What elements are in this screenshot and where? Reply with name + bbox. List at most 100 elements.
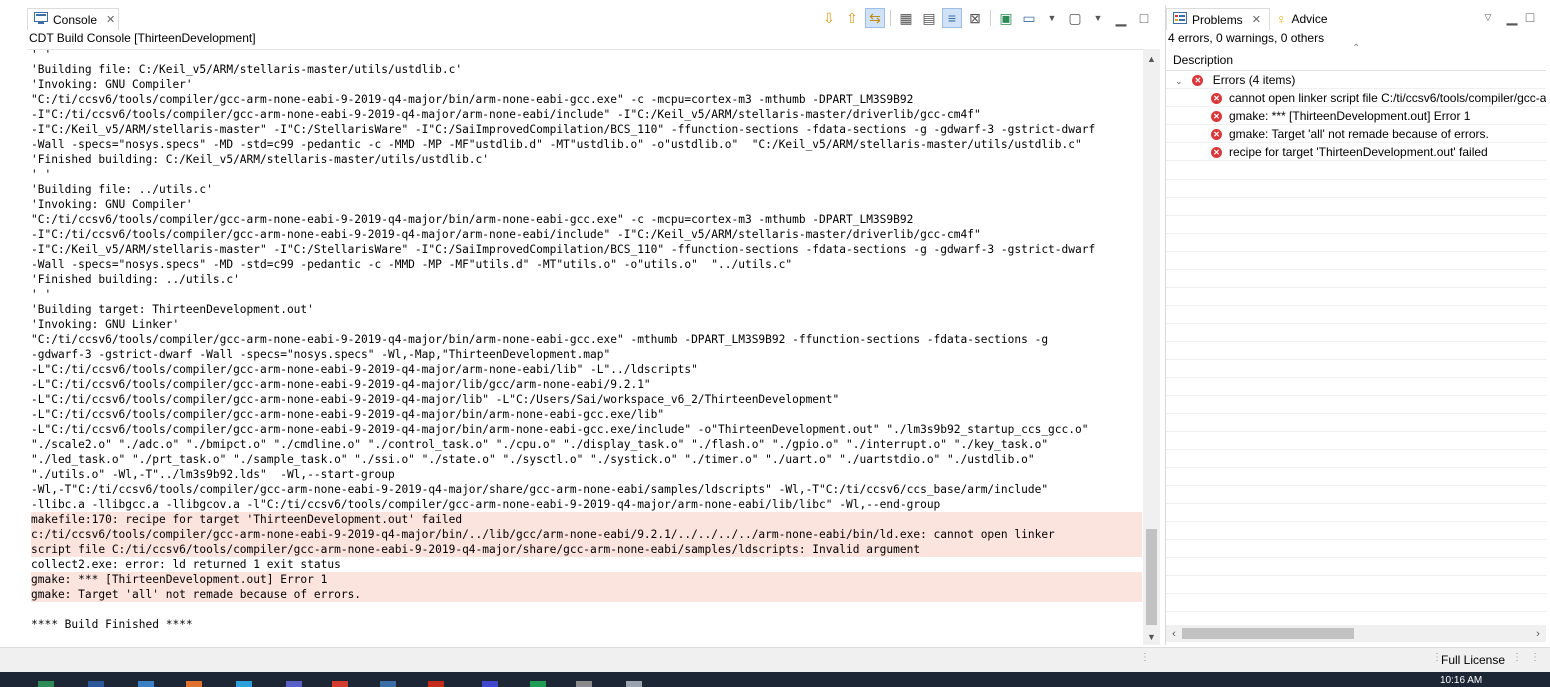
scroll-up-icon[interactable]: ▲ — [1143, 51, 1160, 67]
console-output[interactable]: ' ' 'Building file: C:/Keil_v5/ARM/stella… — [27, 49, 1143, 646]
console-line: -L"C:/ti/ccsv6/tools/compiler/gcc-arm-no… — [31, 363, 698, 376]
empty-row — [1166, 593, 1546, 612]
empty-row — [1166, 431, 1546, 450]
toolbar-separator — [890, 10, 891, 26]
console-icon — [34, 12, 48, 27]
pin-console-icon[interactable]: ▣ — [996, 8, 1016, 28]
error-group-row[interactable]: ⌄ ✕ Errors (4 items) — [1166, 71, 1546, 89]
close-icon[interactable]: ✕ — [106, 13, 115, 26]
display-console-icon[interactable]: ▭ — [1019, 8, 1039, 28]
console-line: 'Building file: ../utils.c' — [31, 183, 213, 196]
scroll-thumb[interactable] — [1182, 628, 1354, 639]
license-status[interactable]: Full License — [1441, 653, 1505, 667]
console-line: -llibc.a -llibgcc.a -llibgcov.a -l"C:/ti… — [31, 498, 941, 511]
ccs-taskbar-icon[interactable] — [576, 681, 592, 687]
problems-horizontal-scrollbar[interactable]: ‹ › — [1166, 625, 1546, 642]
problem-item[interactable]: ✕ recipe for target 'ThirteenDevelopment.… — [1166, 143, 1546, 161]
scroll-thumb[interactable] — [1146, 529, 1157, 625]
problem-description: cannot open linker script file C:/ti/ccs… — [1229, 91, 1546, 105]
chevron-down-icon[interactable]: ▼ — [1042, 8, 1062, 28]
console-view: Console ✕ ⇩ ⇧ ⇆ ▦ ▤ ≡ ⊠ ▣ ▭ ▼ ▢ ▼ ▁ □ CD… — [27, 5, 1160, 646]
problem-description: gmake: *** [ThirteenDevelopment.out] Err… — [1229, 109, 1471, 123]
scroll-lock-icon[interactable]: ▤ — [919, 8, 939, 28]
app-taskbar-icon[interactable] — [380, 681, 396, 687]
console-line: -I"C:/ti/ccsv6/tools/compiler/gcc-arm-no… — [31, 108, 981, 121]
taskbar-clock[interactable]: 10:16 AM — [1440, 675, 1482, 686]
arrow-up-icon[interactable]: ⇧ — [842, 8, 862, 28]
app-taskbar-icon[interactable] — [428, 681, 444, 687]
advice-tab-label: Advice — [1291, 12, 1328, 26]
sort-caret-icon: ⌃ — [1352, 43, 1361, 54]
console-error-line: gmake: *** [ThirteenDevelopment.out] Err… — [31, 572, 1142, 587]
console-line: -Wl,-T"C:/ti/ccsv6/tools/compiler/gcc-ar… — [31, 483, 1049, 496]
console-line: "C:/ti/ccsv6/tools/compiler/gcc-arm-none… — [31, 333, 1049, 346]
app-taskbar-icon[interactable] — [530, 681, 546, 687]
console-line: -I"C:/Keil_v5/ARM/stellaris-master" -I"C… — [31, 123, 1096, 136]
description-column-label: Description — [1173, 52, 1234, 67]
windows-taskbar: 10:16 AM — [0, 672, 1550, 687]
open-console-icon[interactable]: ▢ — [1065, 8, 1085, 28]
empty-row — [1166, 521, 1546, 540]
maximize-icon[interactable]: □ — [1134, 8, 1154, 28]
problems-icon — [1173, 12, 1187, 27]
minimize-icon[interactable]: ▁ — [1111, 8, 1131, 28]
view-menu-chevron-icon[interactable]: ▽ — [1478, 7, 1498, 27]
scroll-left-icon[interactable]: ‹ — [1166, 625, 1182, 642]
console-line: 'Finished building: ../utils.c' — [31, 273, 240, 286]
scroll-right-icon[interactable]: › — [1530, 625, 1546, 642]
toolbar-separator — [990, 10, 991, 26]
clear-console-icon[interactable]: ▦ — [896, 8, 916, 28]
advice-tab[interactable]: ♀ Advice — [1270, 8, 1338, 30]
console-tab[interactable]: Console ✕ — [27, 8, 119, 30]
app-taskbar-icon[interactable] — [482, 681, 498, 687]
console-line: "./led_task.o" "./prt_task.o" "./sample_… — [31, 453, 1035, 466]
empty-row — [1166, 215, 1546, 234]
empty-row — [1166, 251, 1546, 270]
firefox-taskbar-icon[interactable] — [186, 681, 202, 687]
empty-row — [1166, 287, 1546, 306]
console-line: "C:/ti/ccsv6/tools/compiler/gcc-arm-none… — [31, 213, 914, 226]
app-taskbar-icon[interactable] — [626, 681, 642, 687]
problem-item[interactable]: ✕ gmake: *** [ThirteenDevelopment.out] Er… — [1166, 107, 1546, 125]
empty-row — [1166, 305, 1546, 324]
console-toolbar: ⇩ ⇧ ⇆ ▦ ▤ ≡ ⊠ ▣ ▭ ▼ ▢ ▼ ▁ □ — [819, 7, 1154, 29]
word-wrap-icon[interactable]: ≡ — [942, 8, 962, 28]
console-line: -L"C:/ti/ccsv6/tools/compiler/gcc-arm-no… — [31, 408, 665, 421]
chevron-down-icon[interactable]: ▼ — [1088, 8, 1108, 28]
console-line: ' ' — [31, 168, 52, 181]
app-taskbar-icon[interactable] — [138, 681, 154, 687]
empty-row — [1166, 341, 1546, 360]
problem-item[interactable]: ✕ cannot open linker script file C:/ti/cc… — [1166, 89, 1546, 107]
remove-launch-icon[interactable]: ⊠ — [965, 8, 985, 28]
status-grip-icon: ⋮ — [1140, 652, 1150, 663]
empty-row — [1166, 413, 1546, 432]
console-line: "./utils.o" -Wl,-T"../lm3s9b92.lds" -Wl,… — [31, 468, 395, 481]
problem-item[interactable]: ✕ gmake: Target 'all' not remade because … — [1166, 125, 1546, 143]
description-column-header[interactable]: ⌃ Description — [1166, 43, 1546, 71]
console-line: 'Invoking: GNU Compiler' — [31, 198, 193, 211]
console-error-line: c:/ti/ccsv6/tools/compiler/gcc-arm-none-… — [31, 527, 1142, 542]
scroll-down-icon[interactable]: ▼ — [1143, 629, 1160, 645]
teams-taskbar-icon[interactable] — [286, 681, 302, 687]
console-line: -L"C:/ti/ccsv6/tools/compiler/gcc-arm-no… — [31, 378, 651, 391]
console-vertical-scrollbar[interactable]: ▲ ▼ — [1143, 49, 1160, 645]
expand-caret-icon[interactable]: ⌄ — [1175, 72, 1185, 88]
empty-row — [1166, 395, 1546, 414]
empty-row — [1166, 449, 1546, 468]
empty-row — [1166, 557, 1546, 576]
close-icon[interactable]: ✕ — [1252, 13, 1261, 26]
minimize-icon[interactable]: ▁ — [1502, 7, 1522, 27]
console-tab-label: Console — [53, 12, 98, 27]
arrow-down-icon[interactable]: ⇩ — [819, 8, 839, 28]
problems-tab[interactable]: Problems ✕ — [1166, 8, 1270, 30]
word-taskbar-icon[interactable] — [88, 681, 104, 687]
maximize-icon[interactable]: □ — [1520, 7, 1540, 27]
excel-taskbar-icon[interactable] — [38, 681, 54, 687]
problem-description: gmake: Target 'all' not remade because o… — [1229, 127, 1489, 141]
app-taskbar-icon[interactable] — [236, 681, 252, 687]
console-error-line: script file C:/ti/ccsv6/tools/compiler/g… — [31, 542, 1142, 557]
link-with-selection-icon[interactable]: ⇆ — [865, 8, 885, 28]
chrome-taskbar-icon[interactable] — [332, 681, 348, 687]
empty-row — [1166, 503, 1546, 522]
